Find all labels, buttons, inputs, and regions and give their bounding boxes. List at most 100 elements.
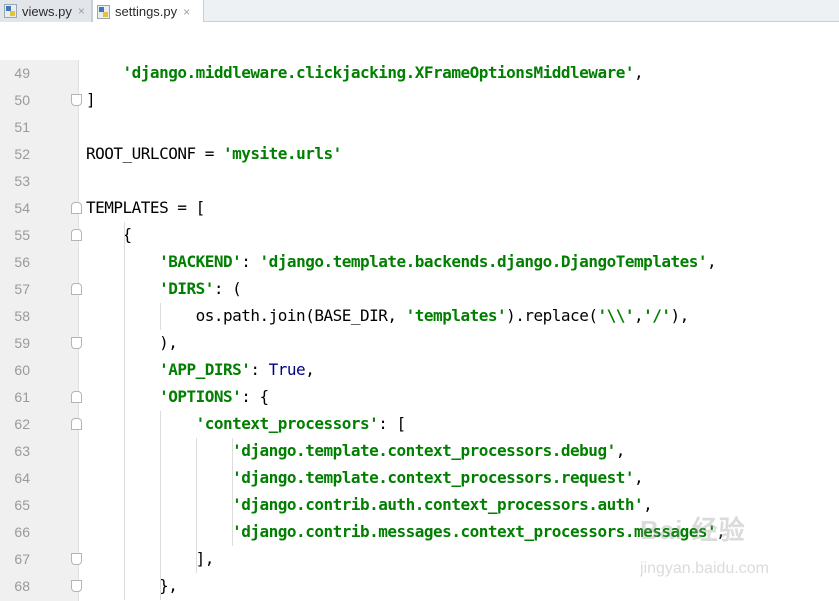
line-number: 51 xyxy=(14,119,30,135)
fold-marker-icon[interactable] xyxy=(71,580,82,592)
indent-guide xyxy=(124,222,125,600)
line-number: 65 xyxy=(14,497,30,513)
line-number: 55 xyxy=(14,227,30,243)
tab-label: settings.py xyxy=(115,4,178,19)
code-line[interactable]: 56 'BACKEND': 'django.template.backends.… xyxy=(0,249,839,276)
line-number: 52 xyxy=(14,146,30,162)
fold-marker-icon[interactable] xyxy=(71,418,82,430)
code-text: 'django.template.context_processors.debu… xyxy=(86,441,625,461)
line-number: 68 xyxy=(14,578,30,594)
code-token: os.path.join(BASE_DIR, xyxy=(86,306,406,325)
code-line[interactable]: 59 ), xyxy=(0,330,839,357)
string-token: 'django.middleware.clickjacking.XFrameOp… xyxy=(122,63,635,82)
line-number: 54 xyxy=(14,200,30,216)
line-number: 66 xyxy=(14,524,30,540)
code-line[interactable]: 57 'DIRS': ( xyxy=(0,276,839,303)
string-token: 'context_processors' xyxy=(195,414,379,433)
line-number: 59 xyxy=(14,335,30,351)
tab-settings-py[interactable]: settings.py × xyxy=(92,0,204,23)
string-token: 'django.template.context_processors.requ… xyxy=(232,468,634,487)
code-token: : xyxy=(250,360,269,379)
string-token: 'django.contrib.auth.context_processors.… xyxy=(232,495,644,514)
tab-label: views.py xyxy=(22,3,72,19)
line-number: 61 xyxy=(14,389,30,405)
code-token: ), xyxy=(86,333,178,352)
line-number: 60 xyxy=(14,362,30,378)
tab-views-py[interactable]: views.py × xyxy=(0,0,92,22)
fold-marker-icon[interactable] xyxy=(71,337,82,349)
fold-marker-icon[interactable] xyxy=(71,553,82,565)
code-text: TEMPLATES = [ xyxy=(86,198,205,218)
line-number: 49 xyxy=(14,65,30,81)
indent-guide xyxy=(160,303,161,330)
string-token: 'OPTIONS' xyxy=(159,387,242,406)
code-token: ROOT_URLCONF = xyxy=(86,144,223,163)
fold-marker-icon[interactable] xyxy=(71,229,82,241)
fold-marker-icon[interactable] xyxy=(71,391,82,403)
code-token: , xyxy=(633,306,644,325)
code-line[interactable]: 53 xyxy=(0,168,839,195)
python-file-icon xyxy=(4,4,17,18)
code-line[interactable]: 52 ROOT_URLCONF = 'mysite.urls' xyxy=(0,141,839,168)
code-text: 'django.contrib.auth.context_processors.… xyxy=(86,495,653,515)
string-token: 'APP_DIRS' xyxy=(159,360,251,379)
indent-guide xyxy=(232,438,233,546)
code-line[interactable]: 58 os.path.join(BASE_DIR, 'templates').r… xyxy=(0,303,839,330)
line-number: 58 xyxy=(14,308,30,324)
code-token: : [ xyxy=(378,414,406,433)
editor-top-space xyxy=(0,22,839,60)
line-number: 57 xyxy=(14,281,30,297)
line-number: 63 xyxy=(14,443,30,459)
indent-guide xyxy=(196,438,197,573)
code-token: : { xyxy=(241,387,269,406)
fold-marker-icon[interactable] xyxy=(71,94,82,106)
code-line[interactable]: 64 'django.template.context_processors.r… xyxy=(0,465,839,492)
code-text: 'APP_DIRS': True, xyxy=(86,360,315,380)
code-line[interactable]: 54 TEMPLATES = [ xyxy=(0,195,839,222)
code-token: ], xyxy=(86,549,215,568)
code-line[interactable]: 61 'OPTIONS': { xyxy=(0,384,839,411)
code-token: , xyxy=(707,252,717,271)
code-token: ] xyxy=(86,90,96,109)
string-token: 'django.template.context_processors.debu… xyxy=(232,441,616,460)
code-text: 'OPTIONS': { xyxy=(86,387,269,407)
close-icon[interactable]: × xyxy=(183,5,190,19)
string-token: 'mysite.urls' xyxy=(223,144,342,163)
code-line[interactable]: 51 xyxy=(0,114,839,141)
code-line[interactable]: 60 'APP_DIRS': True, xyxy=(0,357,839,384)
code-text: ] xyxy=(86,90,96,110)
code-text: 'context_processors': [ xyxy=(86,414,407,434)
fold-marker-icon[interactable] xyxy=(71,283,82,295)
code-token: : xyxy=(241,252,260,271)
string-token: '/' xyxy=(643,306,671,325)
code-token: , xyxy=(633,63,644,82)
code-line[interactable]: 63 'django.template.context_processors.d… xyxy=(0,438,839,465)
editor-tab-bar: views.py × settings.py × xyxy=(0,0,839,23)
code-token: TEMPLATES = [ xyxy=(86,198,205,217)
code-text: 'django.middleware.clickjacking.XFrameOp… xyxy=(86,63,644,83)
code-text: ), xyxy=(86,333,178,353)
fold-marker-icon[interactable] xyxy=(71,202,82,214)
code-line[interactable]: 55 { xyxy=(0,222,839,249)
code-text: ], xyxy=(86,549,215,569)
code-line[interactable]: 49 'django.middleware.clickjacking.XFram… xyxy=(0,60,839,87)
line-number: 53 xyxy=(14,173,30,189)
line-number: 64 xyxy=(14,470,30,486)
code-token: , xyxy=(615,441,626,460)
string-token: 'DIRS' xyxy=(159,279,214,298)
code-line[interactable]: 62 'context_processors': [ xyxy=(0,411,839,438)
code-text: ROOT_URLCONF = 'mysite.urls' xyxy=(86,144,342,164)
code-token: }, xyxy=(86,576,178,595)
code-token: , xyxy=(305,360,315,379)
python-file-icon xyxy=(97,4,110,19)
code-text: 'django.template.context_processors.requ… xyxy=(86,468,643,488)
code-line[interactable]: 50] xyxy=(0,87,839,114)
close-icon[interactable]: × xyxy=(78,4,85,18)
indent-guide xyxy=(160,411,161,600)
